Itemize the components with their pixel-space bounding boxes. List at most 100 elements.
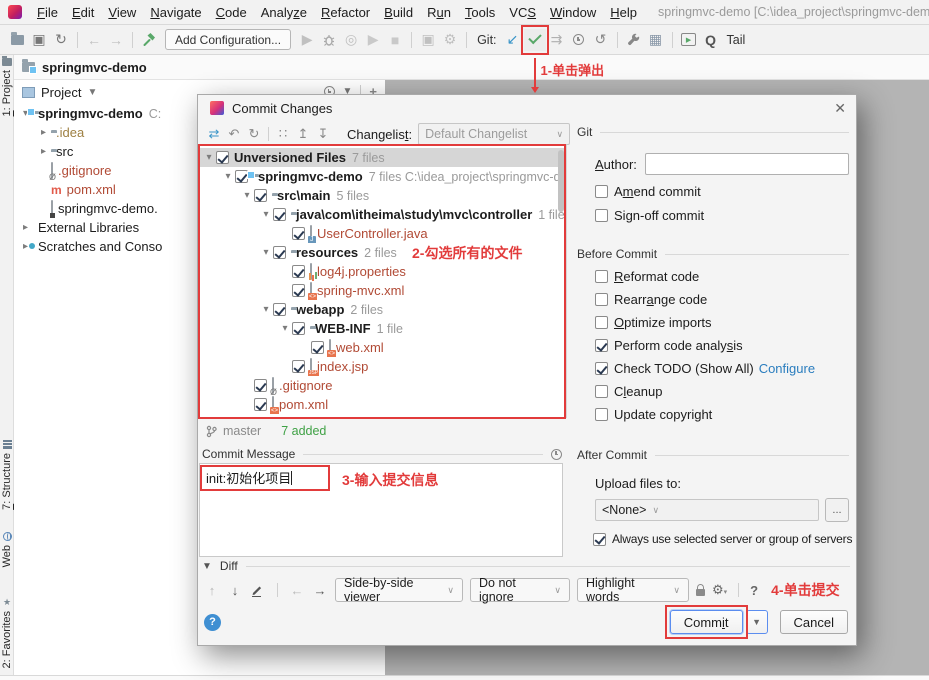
checkbox-checked[interactable]: [273, 246, 286, 259]
checkbox[interactable]: [595, 293, 608, 306]
author-input[interactable]: [644, 153, 849, 175]
group-by-icon[interactable]: ∷: [273, 124, 293, 144]
checkbox-checked[interactable]: [292, 360, 305, 373]
wrench-icon[interactable]: [623, 29, 645, 51]
checkbox[interactable]: [595, 316, 608, 329]
checkbox-checked[interactable]: [292, 227, 305, 240]
checkbox-checked[interactable]: [292, 322, 305, 335]
commit-tree-row[interactable]: ▾ webapp 2 files: [200, 300, 566, 319]
commit-tree-row[interactable]: ▾ WEB-INF 1 file: [200, 319, 566, 338]
next-difference-icon[interactable]: ↓: [227, 583, 243, 598]
menu-refactor[interactable]: Refactor: [314, 5, 377, 20]
build-hammer-icon[interactable]: [138, 29, 160, 51]
close-icon[interactable]: ✕: [834, 101, 846, 115]
sidebar-tab-web[interactable]: Web: [0, 532, 14, 567]
checkbox-checked[interactable]: [311, 341, 324, 354]
before-commit-option[interactable]: Perform code analysis: [595, 338, 849, 353]
search-icon[interactable]: Q: [700, 29, 722, 51]
chevron-icon[interactable]: ▾: [221, 171, 235, 182]
open-project-icon[interactable]: [6, 29, 28, 51]
diff-viewer-select[interactable]: Side-by-side viewer ∨: [335, 576, 463, 604]
before-commit-option[interactable]: Rearrange code: [595, 292, 849, 307]
checkbox-checked[interactable]: [254, 379, 267, 392]
checkbox-checked[interactable]: [254, 189, 267, 202]
add-configuration-button[interactable]: Add Configuration...: [165, 29, 292, 50]
scrollbar-thumb[interactable]: [558, 150, 564, 212]
menu-code[interactable]: Code: [209, 5, 254, 20]
checkbox-checked[interactable]: [254, 398, 267, 411]
commit-message-input[interactable]: init:初始化项目: [199, 463, 563, 557]
commit-tree-row[interactable]: UserController.java: [200, 224, 566, 243]
amend-commit-option[interactable]: Amend commit: [595, 184, 849, 199]
diff-highlight-select[interactable]: Highlight words ∨: [577, 576, 689, 604]
chevron-icon[interactable]: ▾: [278, 323, 292, 334]
chevron-icon[interactable]: ▾: [240, 190, 254, 201]
sidebar-tab-favorites[interactable]: ★ 2: Favorites: [0, 598, 14, 678]
commit-dropdown-button[interactable]: ▼: [745, 610, 768, 634]
chevron-icon[interactable]: ▾: [202, 152, 216, 163]
commit-tree-row[interactable]: ▾ Unversioned Files 7 files: [200, 148, 566, 167]
help-button[interactable]: ?: [204, 613, 221, 631]
menu-vcs[interactable]: VCS: [502, 5, 543, 20]
run-anything-icon[interactable]: ▶: [678, 29, 700, 51]
upload-server-select[interactable]: <None> ∨: [595, 499, 819, 521]
project-structure-icon[interactable]: ▦: [645, 29, 667, 51]
checkbox[interactable]: [595, 185, 608, 198]
menu-view[interactable]: View: [101, 5, 143, 20]
profiler-icon[interactable]: ▶: [362, 29, 384, 51]
rollback-icon[interactable]: ↺: [590, 29, 612, 51]
menu-analyze[interactable]: Analyze: [254, 5, 314, 20]
menu-edit[interactable]: Edit: [65, 5, 101, 20]
menu-window[interactable]: Window: [543, 5, 603, 20]
before-commit-option[interactable]: Cleanup: [595, 384, 849, 399]
diff-help-icon[interactable]: ?: [750, 583, 758, 598]
sidebar-tab-project[interactable]: 1: Project: [0, 56, 14, 116]
checkbox-checked[interactable]: [593, 532, 606, 546]
expand-all-icon[interactable]: ↥: [293, 124, 313, 144]
menu-build[interactable]: Build: [377, 5, 420, 20]
git-commit-icon[interactable]: 1-单击弹出: [520, 24, 604, 93]
checkbox[interactable]: [595, 385, 608, 398]
settings-sync-icon[interactable]: ⚙: [439, 29, 461, 51]
checkbox-checked[interactable]: [273, 303, 286, 316]
menu-tools[interactable]: Tools: [458, 5, 502, 20]
checkbox-checked[interactable]: [216, 151, 229, 164]
commit-tree-row[interactable]: ▾ java\com\itheima\study\mvc\controller 1 …: [200, 205, 566, 224]
menu-run[interactable]: Run: [420, 5, 458, 20]
commit-tree-row[interactable]: ▾ src\main 5 files: [200, 186, 566, 205]
commit-tree-row[interactable]: web.xml: [200, 338, 566, 357]
browse-servers-button[interactable]: ...: [825, 498, 849, 522]
forward-icon[interactable]: →: [105, 29, 127, 51]
checkbox[interactable]: [595, 209, 608, 222]
stop-icon[interactable]: ■: [384, 29, 406, 51]
before-commit-option[interactable]: Update copyright: [595, 407, 849, 422]
history-icon[interactable]: [568, 29, 590, 51]
chevron-icon[interactable]: ▾: [259, 247, 273, 258]
back-icon[interactable]: ←: [83, 29, 105, 51]
lock-icon[interactable]: [696, 584, 705, 596]
save-all-icon[interactable]: ▣: [28, 29, 50, 51]
breadcrumb-project[interactable]: springmvc-demo: [42, 60, 147, 75]
before-commit-option[interactable]: Optimize imports: [595, 315, 849, 330]
refresh-icon[interactable]: ↻: [244, 124, 264, 144]
chevron-icon[interactable]: ▾: [259, 304, 273, 315]
chevron-icon[interactable]: ▾: [259, 209, 273, 220]
commit-tree-row[interactable]: index.jsp: [200, 357, 566, 376]
commit-tree-row[interactable]: spring-mvc.xml: [200, 281, 566, 300]
checkbox[interactable]: [595, 270, 608, 283]
chevron-icon[interactable]: ▸: [36, 127, 51, 138]
gear-icon[interactable]: ⚙▾: [712, 582, 727, 598]
debug-icon[interactable]: [318, 29, 340, 51]
run-icon[interactable]: ▶: [296, 29, 318, 51]
rollback-icon[interactable]: ↶: [224, 124, 244, 144]
attach-icon[interactable]: ▣: [417, 29, 439, 51]
before-commit-option[interactable]: Check TODO (Show All) Configure: [595, 361, 849, 376]
show-diff-icon[interactable]: ⇄: [204, 124, 224, 144]
checkbox-checked[interactable]: [292, 265, 305, 278]
checkbox-checked[interactable]: [273, 208, 286, 221]
commit-tree-row[interactable]: .gitignore: [200, 376, 566, 395]
chevron-icon[interactable]: ▸: [36, 146, 51, 157]
signoff-commit-option[interactable]: Sign-off commit: [595, 208, 849, 223]
menu-navigate[interactable]: Navigate: [143, 5, 208, 20]
compare-next-icon[interactable]: →: [312, 583, 328, 598]
